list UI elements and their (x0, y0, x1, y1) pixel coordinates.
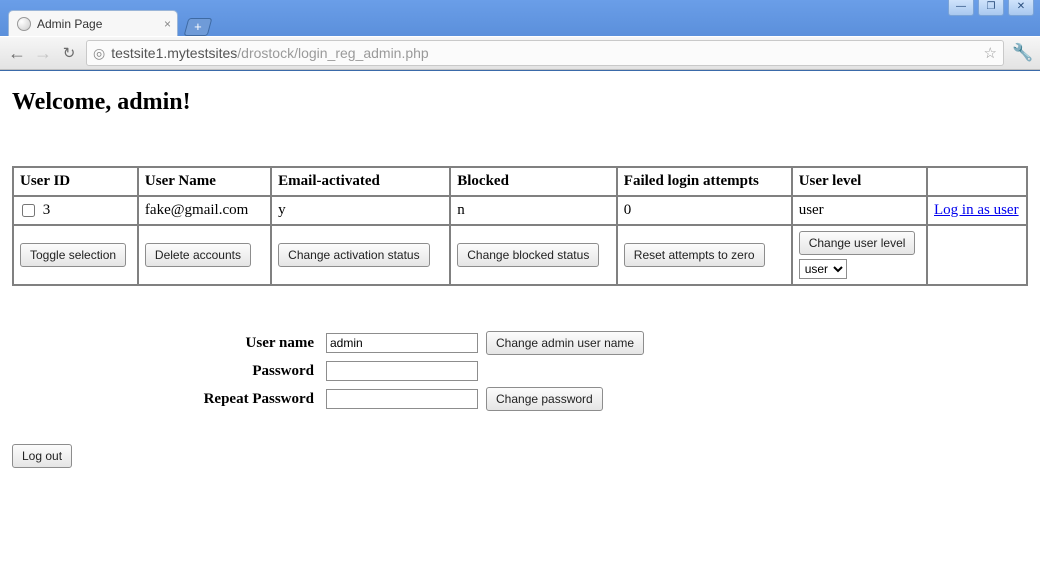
user-level-select[interactable]: user (799, 259, 847, 279)
table-header-row: User ID User Name Email-activated Blocke… (13, 167, 1027, 196)
back-button[interactable]: ← (8, 43, 26, 64)
col-header-user-level: User level (792, 167, 927, 196)
address-bar[interactable]: ◎ testsite1.mytestsites/drostock/login_r… (86, 40, 1004, 66)
favicon-icon (17, 17, 31, 31)
tab-strip: Admin Page × + (0, 8, 1040, 36)
delete-accounts-button[interactable]: Delete accounts (145, 243, 251, 267)
change-blocked-button[interactable]: Change blocked status (457, 243, 599, 267)
reset-attempts-button[interactable]: Reset attempts to zero (624, 243, 765, 267)
cell-email-activated: y (271, 196, 450, 225)
password-label: Password (12, 358, 322, 384)
repeat-password-input[interactable] (326, 389, 478, 409)
user-grid: User ID User Name Email-activated Blocke… (12, 166, 1028, 286)
browser-toolbar: ← → ↻ ◎ testsite1.mytestsites/drostock/l… (0, 36, 1040, 70)
close-tab-button[interactable]: × (164, 17, 171, 31)
col-header-user-id: User ID (13, 167, 138, 196)
login-as-user-link[interactable]: Log in as user (934, 202, 1019, 218)
password-input[interactable] (326, 361, 478, 381)
minimize-button[interactable]: — (948, 0, 974, 16)
maximize-button[interactable]: ❐ (978, 0, 1004, 16)
repeat-password-label: Repeat Password (12, 384, 322, 414)
change-user-level-button[interactable]: Change user level (799, 231, 916, 255)
cell-failed-attempts: 0 (617, 196, 792, 225)
bookmark-star-icon[interactable]: ☆ (984, 44, 997, 62)
table-action-row: Toggle selection Delete accounts Change … (13, 225, 1027, 285)
browser-chrome: — ❐ ✕ Admin Page × + ← → ↻ ◎ testsite1.m… (0, 0, 1040, 71)
toggle-selection-button[interactable]: Toggle selection (20, 243, 126, 267)
col-header-email-activated: Email-activated (271, 167, 450, 196)
url-host: testsite1.mytestsites (111, 45, 237, 61)
row-checkbox[interactable] (22, 204, 35, 217)
col-header-blocked: Blocked (450, 167, 617, 196)
close-window-button[interactable]: ✕ (1008, 0, 1034, 16)
col-header-actions (927, 167, 1027, 196)
tab-title: Admin Page (37, 17, 102, 31)
window-titlebar (0, 0, 1040, 8)
change-admin-username-button[interactable]: Change admin user name (486, 331, 644, 355)
cell-empty (927, 225, 1027, 285)
settings-wrench-icon[interactable]: 🔧 (1012, 43, 1032, 63)
logout-section: Log out (12, 444, 1028, 468)
reload-button[interactable]: ↻ (60, 44, 78, 62)
change-activation-button[interactable]: Change activation status (278, 243, 429, 267)
new-tab-button[interactable]: + (184, 18, 213, 36)
user-id-value: 3 (43, 202, 51, 218)
cell-user-id: 3 (13, 196, 138, 225)
globe-icon: ◎ (93, 45, 105, 62)
window-controls: — ❐ ✕ (948, 0, 1034, 16)
url-text: testsite1.mytestsites/drostock/login_reg… (111, 45, 429, 61)
cell-blocked: n (450, 196, 617, 225)
cell-user-name: fake@gmail.com (138, 196, 271, 225)
browser-tab[interactable]: Admin Page × (8, 10, 178, 36)
page-title: Welcome, admin! (12, 89, 1028, 116)
credentials-form: User name Change admin user name Passwor… (12, 328, 1028, 414)
username-input[interactable] (326, 333, 478, 353)
col-header-failed-attempts: Failed login attempts (617, 167, 792, 196)
change-password-button[interactable]: Change password (486, 387, 603, 411)
table-row: 3 fake@gmail.com y n 0 user Log in as us… (13, 196, 1027, 225)
col-header-user-name: User Name (138, 167, 271, 196)
username-label: User name (12, 328, 322, 358)
logout-button[interactable]: Log out (12, 444, 72, 468)
url-path: /drostock/login_reg_admin.php (237, 45, 428, 61)
page-body: Welcome, admin! User ID User Name Email-… (0, 71, 1040, 498)
cell-login-as: Log in as user (927, 196, 1027, 225)
cell-user-level: user (792, 196, 927, 225)
forward-button[interactable]: → (34, 43, 52, 64)
